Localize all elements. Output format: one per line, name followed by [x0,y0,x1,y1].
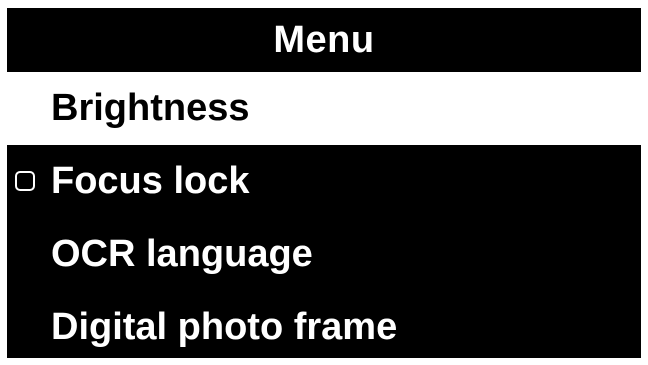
menu-item-digital-photo-frame[interactable]: Digital photo frame [7,291,641,358]
menu-list: Brightness Focus lock OCR language Digit… [7,72,641,358]
focus-lock-checkbox[interactable] [15,170,35,191]
menu-item-label: Digital photo frame [51,306,398,348]
menu-item-focus-lock[interactable]: Focus lock [7,145,641,218]
menu-item-label: Focus lock [51,160,250,202]
menu-item-brightness[interactable]: Brightness [7,72,641,145]
menu-title: Menu [273,18,375,61]
menu-item-label: Brightness [51,87,250,129]
menu-screen: Menu Brightness Focus lock OCR language … [7,8,641,358]
menu-item-ocr-language[interactable]: OCR language [7,218,641,291]
menu-item-label: OCR language [51,233,313,275]
